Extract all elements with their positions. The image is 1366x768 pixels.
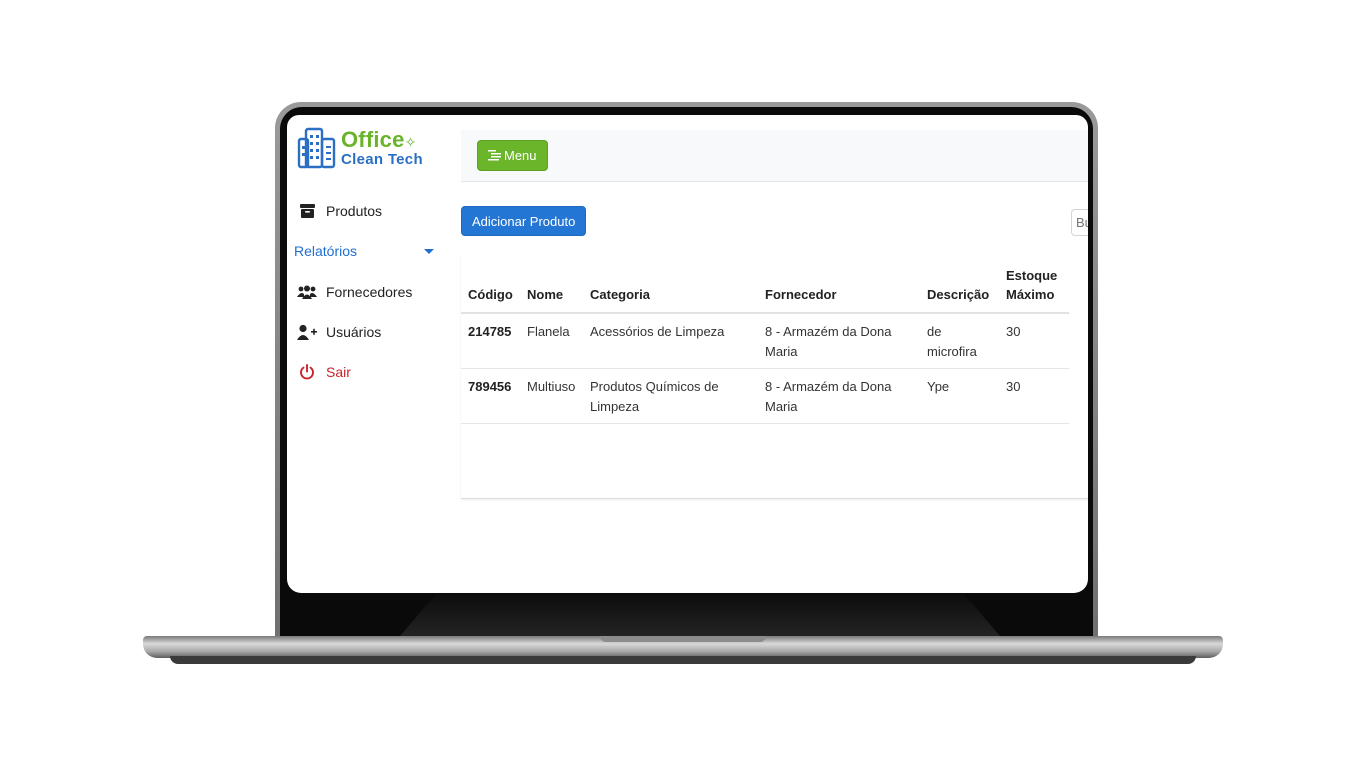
brand-logo[interactable]: Office✧ Clean Tech	[297, 127, 423, 169]
products-table: Código Nome Categoria Fornecedor Descriç…	[461, 253, 1069, 424]
column-header-categoria[interactable]: Categoria	[583, 253, 758, 314]
sparkle-icon: ✧	[404, 134, 417, 150]
cell-codigo: 214785	[461, 313, 520, 369]
brand-name-clean-tech: Clean Tech	[341, 151, 423, 168]
products-table-card: Código Nome Categoria Fornecedor Descriç…	[461, 253, 1088, 499]
laptop-base-notch	[600, 636, 766, 642]
column-header-fornecedor[interactable]: Fornecedor	[758, 253, 920, 314]
add-product-button[interactable]: Adicionar Produto	[461, 206, 587, 236]
laptop-keyboard-reflection	[400, 594, 1000, 636]
cell-estoque-maximo: 30	[999, 368, 1069, 424]
caret-down-icon	[424, 248, 434, 254]
archive-icon	[297, 203, 317, 219]
table-row[interactable]: 214785 Flanela Acessórios de Limpeza 8 -…	[461, 313, 1069, 369]
cell-categoria: Produtos Químicos de Limpeza	[583, 368, 758, 424]
sidebar-item-label: Usuários	[326, 324, 382, 340]
sidebar-item-label: Fornecedores	[326, 284, 413, 300]
sidebar-item-fornecedores[interactable]: Fornecedores	[297, 284, 412, 300]
menu-button-label: Menu	[504, 148, 537, 163]
cell-descricao: de microfira	[920, 313, 999, 369]
sidebar-item-label: Produtos	[326, 203, 383, 219]
cell-fornecedor: 8 - Armazém da Dona Maria	[758, 313, 920, 369]
cell-codigo: 789456	[461, 368, 520, 424]
sidebar-item-label: Sair	[326, 364, 351, 380]
menu-toggle-button[interactable]: Menu	[477, 140, 548, 171]
sidebar-item-relatorios[interactable]: Relatórios	[294, 243, 434, 259]
search-input[interactable]	[1071, 209, 1088, 236]
users-icon	[297, 284, 317, 300]
cell-fornecedor: 8 - Armazém da Dona Maria	[758, 368, 920, 424]
table-row[interactable]: 789456 Multiuso Produtos Químicos de Lim…	[461, 368, 1069, 424]
cell-nome: Flanela	[520, 313, 583, 369]
sidebar: Office✧ Clean Tech Produtos Relatórios F…	[287, 115, 452, 593]
column-header-nome[interactable]: Nome	[520, 253, 583, 314]
cell-categoria: Acessórios de Limpeza	[583, 313, 758, 369]
building-icon	[297, 127, 336, 169]
column-header-estoque-maximo[interactable]: Estoque Máximo	[999, 253, 1069, 314]
column-header-codigo[interactable]: Código	[461, 253, 520, 314]
user-plus-icon	[297, 324, 317, 340]
cell-nome: Multiuso	[520, 368, 583, 424]
table-header-row: Código Nome Categoria Fornecedor Descriç…	[461, 253, 1069, 314]
brand-name-office: Office	[341, 127, 405, 152]
sidebar-item-produtos[interactable]: Produtos	[297, 203, 382, 219]
power-icon	[297, 364, 317, 380]
cell-estoque-maximo: 30	[999, 313, 1069, 369]
sidebar-item-usuarios[interactable]: Usuários	[297, 324, 381, 340]
menu-lines-icon	[488, 150, 501, 161]
app-screen: Office✧ Clean Tech Produtos Relatórios F…	[287, 115, 1088, 593]
laptop-base-shadow	[170, 656, 1196, 664]
top-navbar: Menu	[461, 130, 1088, 182]
column-header-descricao[interactable]: Descrição	[920, 253, 999, 314]
sidebar-item-label: Relatórios	[294, 243, 358, 259]
sidebar-item-sair[interactable]: Sair	[297, 364, 351, 380]
mockup-stage: Office✧ Clean Tech Produtos Relatórios F…	[0, 0, 1366, 768]
cell-descricao: Ype	[920, 368, 999, 424]
